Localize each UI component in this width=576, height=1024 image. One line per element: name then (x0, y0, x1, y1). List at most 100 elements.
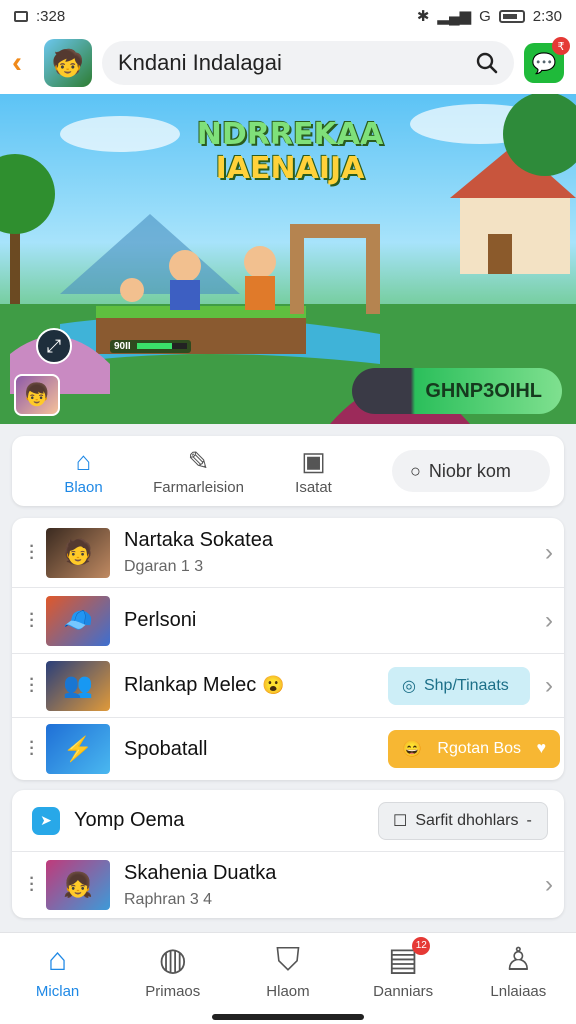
tab-edit-label: Farmarleision (153, 478, 244, 496)
item-title: Perlsoni (124, 609, 197, 631)
hero-banner[interactable]: NDRREKAA IAENAIJA 90II ⤢ 👦 GHNP3OIHL (0, 94, 576, 424)
bluetooth-icon: ✱ (416, 8, 430, 25)
list-item[interactable]: · · · 👥 Rlankap Melec 😮 ◎ Shp/Tinaats › (12, 654, 564, 718)
tab-edit[interactable]: ✎ Farmarleision (141, 447, 256, 496)
tab-saved[interactable]: ▣ Isatat (256, 447, 371, 496)
home-icon: ⌂ (47, 941, 68, 977)
bottom-navigation: ⌂ Miclan ◍ Primaos ⛉ Hlaom ▤ 12 Danniars … (0, 932, 576, 1024)
network-type: G (479, 7, 491, 25)
share-icon: ⤢ (46, 335, 62, 356)
item-title: Spobatall (124, 737, 208, 760)
chat-icon: 💬 (531, 52, 557, 75)
edit-icon: ✎ (187, 445, 210, 476)
item-action-button[interactable]: ◎ Shp/Tinaats (388, 666, 530, 705)
player-avatar[interactable]: 👦 (14, 374, 60, 416)
game-avatar[interactable]: 🧒 (44, 39, 92, 87)
chevron-right-icon[interactable]: › (534, 672, 564, 700)
item-action-button[interactable]: 😄 Rgotan Bos ♥ (388, 730, 560, 768)
banner-progress: 90II (110, 340, 192, 353)
item-thumbnail: 🧑 (46, 527, 110, 578)
drag-handle-icon[interactable]: · · · (22, 671, 42, 699)
banner-title-line2: IAENAIJA (215, 151, 365, 186)
chat-button[interactable]: 💬 ₹ (524, 37, 570, 83)
nav-explore[interactable]: ◍ Primaos (123, 941, 223, 1024)
clipboard-icon: ▤ 12 (388, 937, 431, 977)
section-filter-label: Sarfit dhohlars (415, 811, 519, 829)
home-indicator[interactable] (212, 1014, 364, 1020)
bookmark-icon: ▣ (301, 445, 326, 476)
nav-home[interactable]: ⌂ Miclan (8, 941, 108, 1024)
drag-handle-icon[interactable]: · · · (22, 735, 42, 763)
status-time-left: :328 (36, 7, 66, 25)
item-title-text: Rlankap Melec (124, 674, 257, 696)
chevron-right-icon[interactable]: › (534, 539, 564, 567)
section-title: Yomp Oema (74, 809, 185, 831)
search-bar[interactable]: Kndani Indalagai (102, 41, 514, 85)
item-thumbnail: 👧 (46, 860, 110, 910)
nav-tasks-label: Danniars (373, 983, 434, 1000)
nav-explore-label: Primaos (145, 983, 201, 1000)
item-action-label: Rgotan Bos (437, 740, 522, 757)
section-filter-suffix: - (526, 811, 532, 829)
nav-shield[interactable]: ⛉ Hlaom (238, 941, 338, 1024)
checkbox-icon: ☐ (393, 812, 408, 830)
banner-title: NDRREKAA IAENAIJA (190, 118, 390, 186)
section-list: ➤ Yomp Oema ☐ Sarfit dhohlars - · · · 👧 Sk… (12, 790, 564, 918)
share-button[interactable]: ⤢ (36, 328, 72, 364)
section-header: ➤ Yomp Oema ☐ Sarfit dhohlars - (12, 790, 564, 852)
tab-search-button[interactable]: ○ Niobr kom (392, 450, 550, 492)
drag-handle-icon[interactable]: · · · (22, 606, 42, 634)
item-subtitle: Dgaran 1 3 (124, 558, 204, 575)
list-item[interactable]: · · · ⚡ Spobatall 😄 Rgotan Bos ♥ (12, 718, 564, 780)
item-title: Skahenia Duatka (124, 861, 277, 884)
chevron-right-icon[interactable]: › (534, 607, 564, 635)
drag-handle-icon[interactable]: · · · (22, 538, 42, 566)
compass-icon: ◍ (158, 941, 187, 977)
tab-search-label: Niobr kom (428, 460, 511, 481)
comment-icon: ○ (410, 460, 421, 481)
search-icon[interactable] (476, 52, 498, 74)
chevron-right-icon[interactable]: › (534, 871, 564, 899)
tab-home-label: Blaon (64, 478, 103, 496)
character-icon: 😄 (402, 741, 422, 758)
banner-title-line1: NDRREKAA (196, 117, 384, 152)
notification-icon (14, 10, 28, 22)
item-thumbnail: 👥 (46, 660, 110, 711)
nav-tasks-badge: 12 (412, 937, 431, 955)
item-emoji: 😮 (262, 675, 285, 695)
search-text: Kndani Indalagai (118, 50, 282, 75)
nav-tasks[interactable]: ▤ 12 Danniars (353, 937, 453, 1024)
item-thumbnail: ⚡ (46, 724, 110, 774)
chat-badge: ₹ (552, 37, 570, 55)
category-tabs: ⌂ Blaon ✎ Farmarleision ▣ Isatat ○ Niobr… (12, 436, 564, 506)
home-icon: ⌂ (75, 445, 92, 476)
person-icon: ♙ (504, 941, 533, 977)
banner-progress-fill (137, 343, 173, 350)
shield-icon: ⛉ (275, 941, 300, 977)
app-header: ‹ 🧒 Kndani Indalagai 💬 ₹ (0, 32, 576, 94)
tab-saved-label: Isatat (295, 478, 332, 496)
tab-home[interactable]: ⌂ Blaon (26, 447, 141, 496)
section-filter-button[interactable]: ☐ Sarfit dhohlars - (378, 801, 548, 840)
nav-profile-label: Lnlaiaas (490, 983, 547, 1000)
list-item[interactable]: · · · 🧑 Nartaka Sokatea Dgaran 1 3 › (12, 518, 564, 588)
nav-shield-label: Hlaom (266, 983, 310, 1000)
status-time-right: 2:30 (532, 7, 562, 25)
heart-icon: ♥ (536, 740, 547, 757)
drag-handle-icon[interactable]: · · · (22, 871, 42, 899)
list-item[interactable]: · · · 👧 Skahenia Duatka Raphran 3 4 › (12, 852, 564, 918)
nav-profile[interactable]: ♙ Lnlaiaas (468, 941, 568, 1024)
whatsapp-icon: ◎ (402, 677, 416, 695)
signal-icon: ▂▄▆ (437, 8, 472, 25)
status-bar: :328 ✱ ▂▄▆ G 2:30 (0, 0, 576, 32)
battery-icon (498, 9, 525, 23)
item-action-label: Shp/Tinaats (423, 676, 509, 694)
play-button[interactable]: GHNP3OIHL (352, 368, 562, 414)
banner-progress-bar (137, 343, 188, 350)
item-title: Rlankap Melec 😮 (124, 674, 388, 697)
item-subtitle: Raphran 3 4 (124, 890, 213, 908)
banner-progress-label: 90II (114, 341, 131, 352)
back-arrow-icon[interactable]: ‹ (12, 46, 34, 80)
list-item[interactable]: · · · 🧢 Perlsoni › (12, 588, 564, 654)
game-list: · · · 🧑 Nartaka Sokatea Dgaran 1 3 › · · · 🧢… (12, 518, 564, 780)
